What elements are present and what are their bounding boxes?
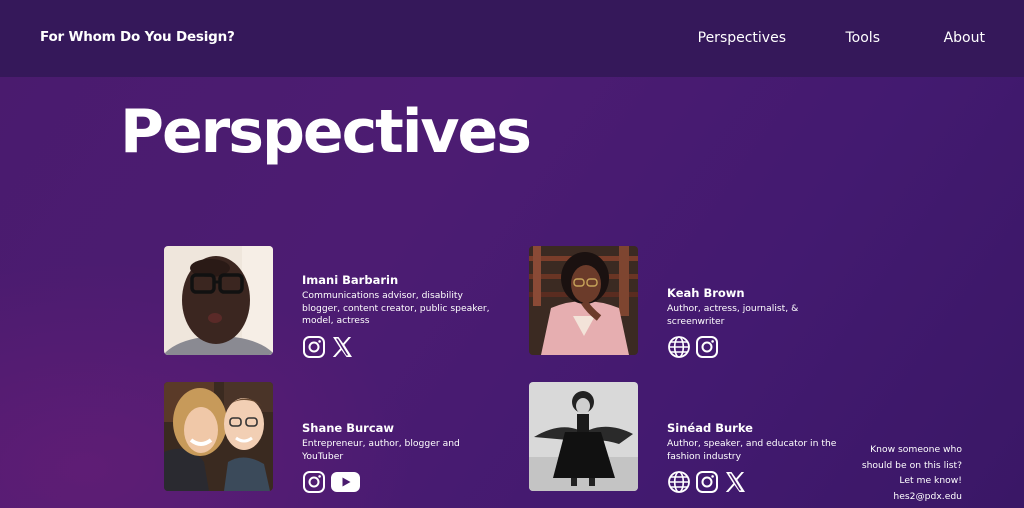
instagram-icon[interactable] [695, 470, 719, 494]
social-links [302, 335, 492, 359]
nav-link-perspectives[interactable]: Perspectives [698, 30, 786, 46]
person-card-shane-burcaw: Shane Burcaw Entrepreneur, author, blogg… [164, 382, 494, 494]
youtube-icon[interactable] [330, 470, 361, 494]
person-info: Sinéad Burke Author, speaker, and educat… [667, 421, 857, 494]
social-links [667, 470, 857, 494]
person-card-sinead-burke: Sinéad Burke Author, speaker, and educat… [529, 382, 859, 494]
contact-email-link[interactable]: hes2@pdx.edu [893, 491, 962, 502]
globe-icon[interactable] [667, 470, 691, 494]
person-name: Keah Brown [667, 286, 745, 300]
person-photo [164, 246, 273, 355]
x-icon[interactable] [330, 335, 354, 359]
x-icon[interactable] [723, 470, 747, 494]
person-info: Imani Barbarin Communications advisor, d… [302, 273, 492, 359]
contact-line: should be on this list? [861, 459, 962, 471]
page-title: Perspectives [120, 97, 532, 167]
site-title-link[interactable]: For Whom Do You Design? [40, 29, 235, 45]
person-photo [164, 382, 273, 491]
person-description: Author, actress, journalist, & screenwri… [667, 303, 799, 327]
instagram-icon[interactable] [695, 335, 719, 359]
person-photo [529, 246, 638, 355]
person-description: Author, speaker, and educator in the fas… [667, 438, 837, 462]
person-name: Shane Burcaw [302, 421, 395, 435]
person-card-imani-barbarin: Imani Barbarin Communications advisor, d… [164, 246, 494, 359]
instagram-icon[interactable] [302, 470, 326, 494]
social-links [302, 470, 492, 494]
contact-line: Let me know! [899, 475, 962, 486]
nav-link-about[interactable]: About [944, 30, 985, 46]
social-links [667, 335, 857, 359]
contact-line: Know someone who [870, 444, 962, 455]
instagram-icon[interactable] [302, 335, 326, 359]
nav-link-tools[interactable]: Tools [846, 30, 881, 46]
person-description: Entrepreneur, author, blogger and YouTub… [302, 438, 460, 462]
person-name: Sinéad Burke [667, 421, 753, 435]
contact-note: Know someone who should be on this list?… [862, 442, 962, 504]
person-card-keah-brown: Keah Brown Author, actress, journalist, … [529, 246, 859, 359]
person-name: Imani Barbarin [302, 273, 399, 287]
person-info: Keah Brown Author, actress, journalist, … [667, 286, 857, 359]
top-navigation-bar: For Whom Do You Design? Perspectives Too… [0, 0, 1024, 77]
person-photo [529, 382, 638, 491]
globe-icon[interactable] [667, 335, 691, 359]
person-info: Shane Burcaw Entrepreneur, author, blogg… [302, 421, 492, 494]
person-description: Communications advisor, disability blogg… [302, 290, 490, 326]
